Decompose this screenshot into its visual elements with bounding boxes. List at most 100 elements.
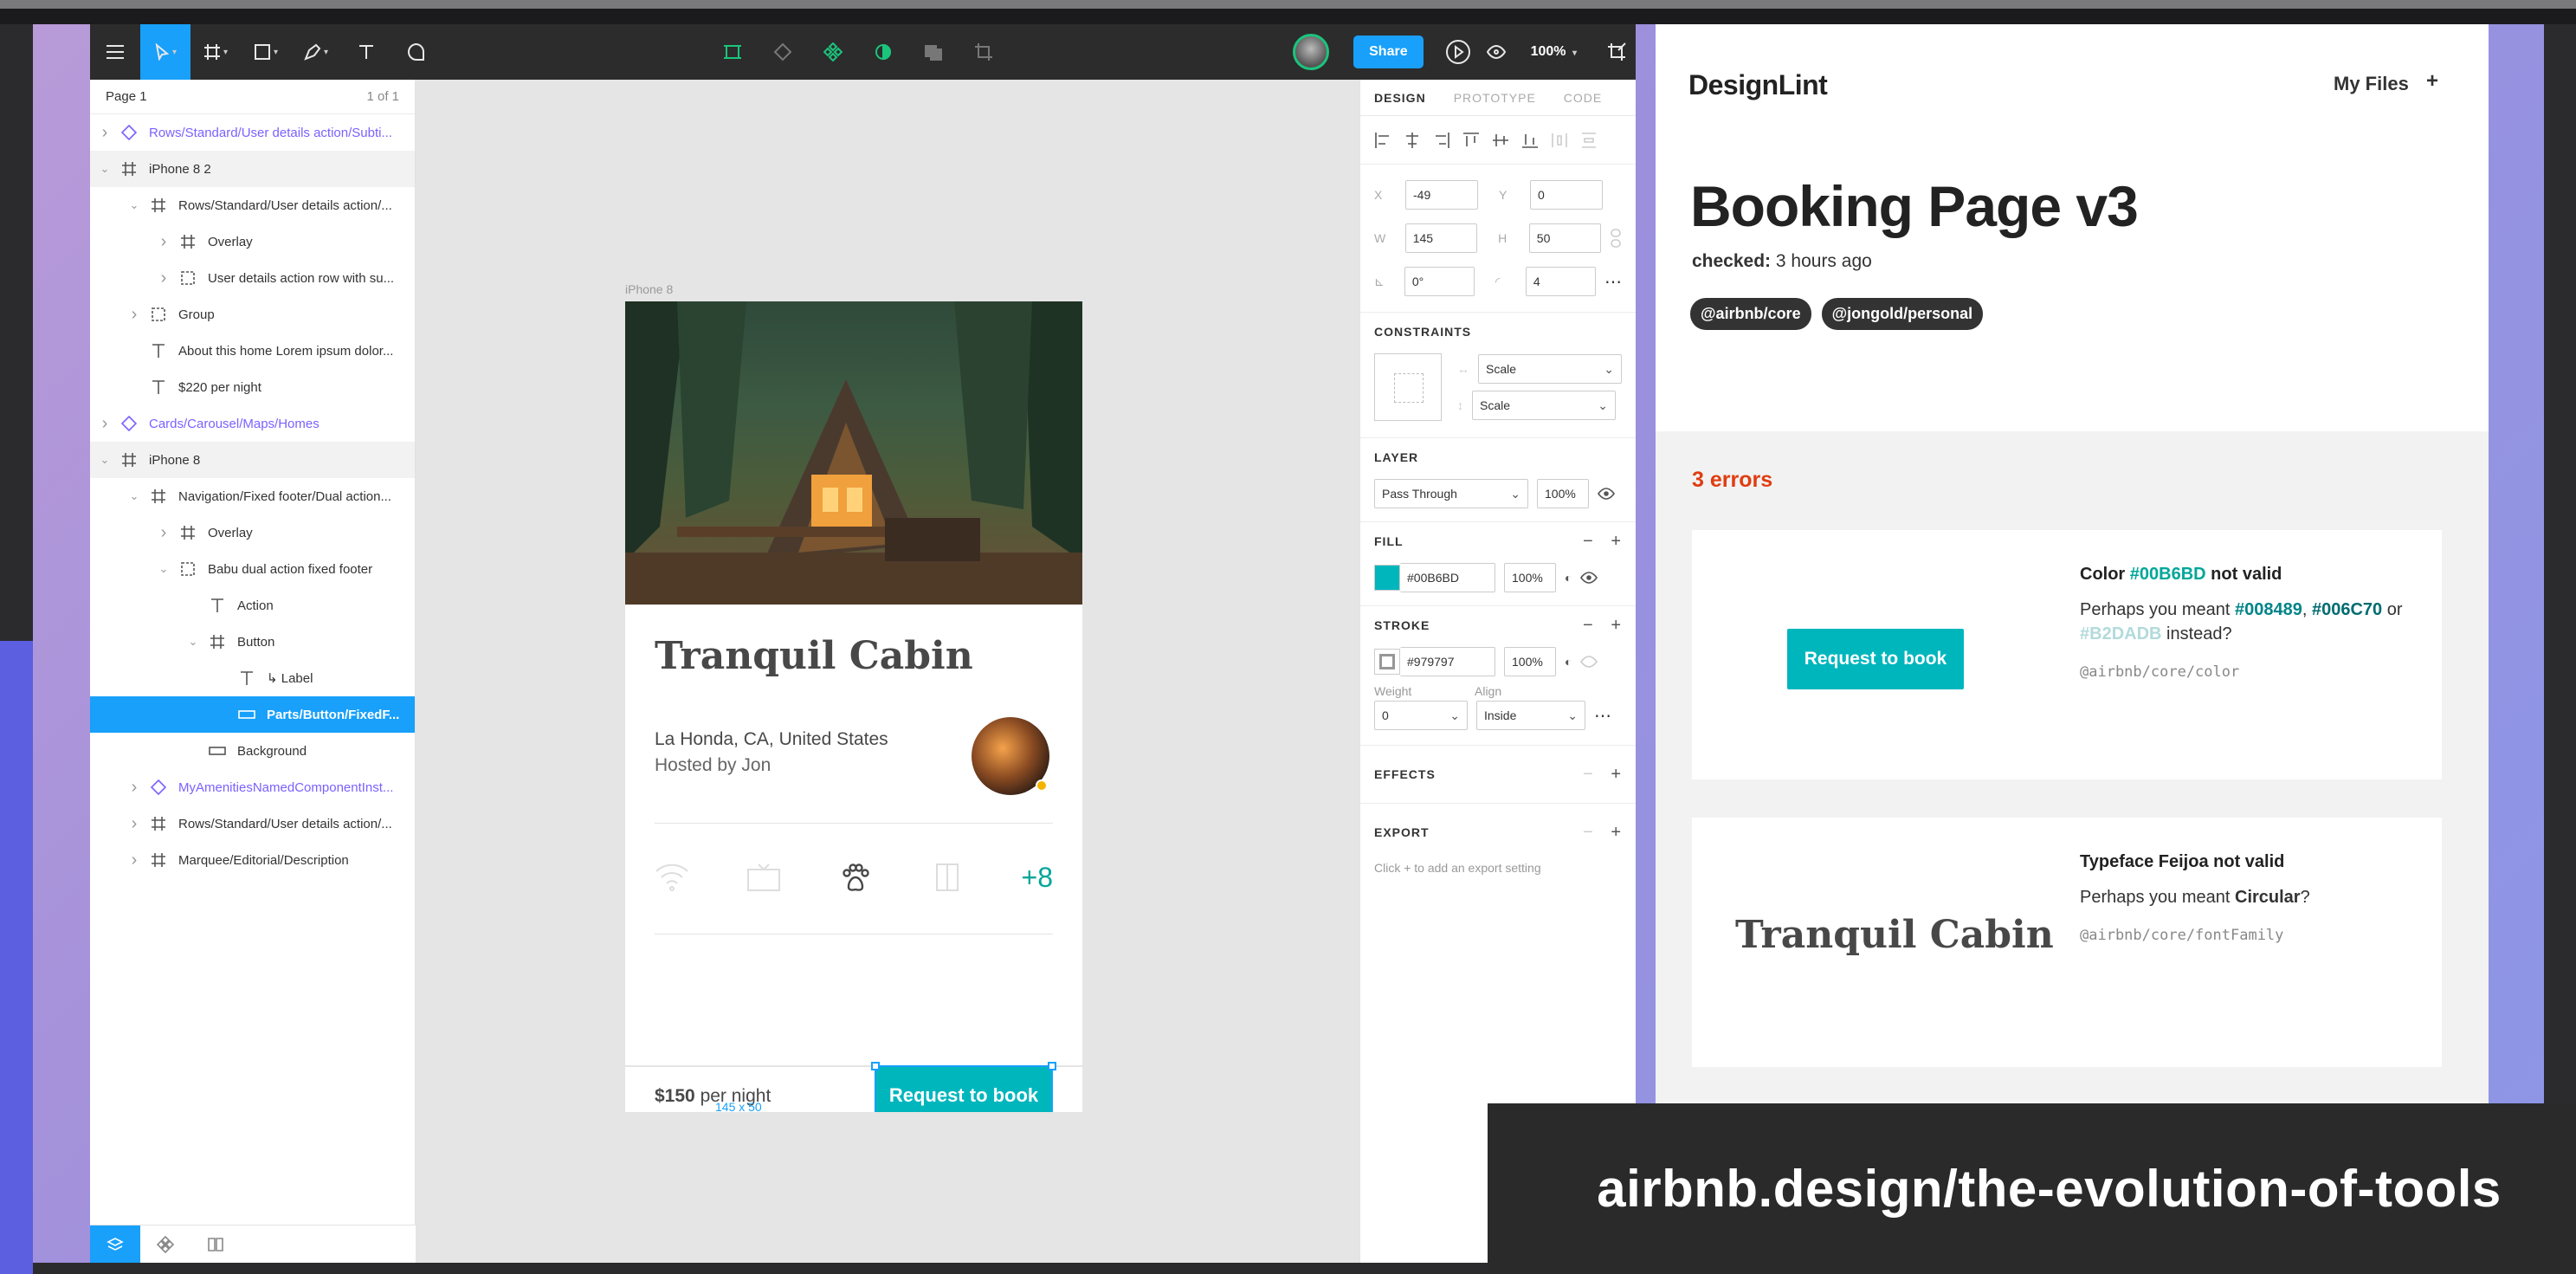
distribute-v-icon[interactable] — [1580, 132, 1598, 149]
layer-row[interactable]: › Rows/Standard/User details action/Subti… — [90, 114, 415, 151]
stroke-align-select[interactable]: Inside ⌄ — [1476, 701, 1585, 730]
layer-row[interactable]: › Marquee/Editorial/Description — [90, 842, 415, 878]
share-button[interactable]: Share — [1353, 36, 1424, 68]
layer-row[interactable]: Action — [90, 587, 415, 624]
vertical-constraint-select[interactable]: Scale ⌄ — [1472, 391, 1616, 420]
chevron-right-icon[interactable]: › — [126, 778, 142, 798]
distribute-h-icon[interactable] — [1551, 132, 1568, 149]
stroke-weight-input[interactable]: 0 ⌄ — [1374, 701, 1468, 730]
layer-row[interactable]: ⌄ Babu dual action fixed footer — [90, 551, 415, 587]
designlint-logo[interactable]: DesignLint — [1688, 69, 1828, 101]
stroke-hex-input[interactable]: #979797 — [1400, 647, 1495, 676]
chevron-right-icon[interactable]: › — [126, 305, 142, 325]
zoom-dropdown[interactable]: 100% ▾ — [1531, 44, 1577, 60]
align-center-h-icon[interactable] — [1404, 132, 1421, 149]
layers-tab[interactable] — [90, 1225, 140, 1263]
stroke-color-swatch[interactable] — [1374, 649, 1400, 675]
chevron-down-icon[interactable]: ⌄ — [126, 198, 142, 212]
horizontal-constraint-select[interactable]: Scale ⌄ — [1478, 354, 1622, 384]
rotation-input[interactable]: 0° — [1404, 267, 1475, 296]
blend-mode-select[interactable]: Pass Through ⌄ — [1374, 479, 1528, 508]
constrain-proportions-icon[interactable] — [1610, 229, 1622, 248]
pen-tool-button[interactable]: ▾ — [291, 24, 341, 80]
menu-button[interactable] — [90, 24, 140, 80]
eye-icon[interactable] — [1580, 572, 1598, 584]
contrast-button[interactable] — [864, 24, 902, 80]
tag-jongold-personal[interactable]: @jongold/personal — [1821, 298, 1984, 330]
stroke-style-icon[interactable]: ◐ — [1565, 655, 1572, 669]
frame-selection-button[interactable] — [713, 24, 752, 80]
x-input[interactable]: -49 — [1405, 180, 1478, 210]
layer-row[interactable]: › Cards/Carousel/Maps/Homes — [90, 405, 415, 442]
resize-handle[interactable] — [1048, 1062, 1056, 1070]
boolean-button[interactable] — [914, 24, 952, 80]
fill-opacity-input[interactable]: 100% — [1504, 563, 1556, 592]
tab-code[interactable]: CODE — [1550, 80, 1616, 116]
layer-row[interactable]: › Rows/Standard/User details action/... — [90, 805, 415, 842]
stroke-actions[interactable]: − + — [1583, 616, 1622, 636]
user-avatar[interactable] — [1293, 34, 1330, 70]
layer-opacity-input[interactable]: 100% — [1537, 479, 1589, 508]
layer-row[interactable]: Parts/Button/FixedF... — [90, 696, 415, 733]
layer-row[interactable]: ↳ Label — [90, 660, 415, 696]
chevron-right-icon[interactable]: › — [97, 123, 113, 143]
layer-row[interactable]: ⌄ Button — [90, 624, 415, 660]
request-to-book-button[interactable]: Request to book — [871, 1062, 1056, 1112]
eye-icon[interactable] — [1598, 488, 1615, 500]
comment-tool-button[interactable] — [391, 24, 442, 80]
effects-actions[interactable]: − + — [1583, 765, 1622, 785]
layer-row[interactable]: › MyAmenitiesNamedComponentInst... — [90, 769, 415, 805]
layer-row[interactable]: › User details action row with su... — [90, 260, 415, 296]
shape-tool-button[interactable]: ▾ — [241, 24, 291, 80]
fill-hex-input[interactable]: #00B6BD — [1400, 563, 1495, 592]
layer-row[interactable]: › Overlay — [90, 223, 415, 260]
text-tool-button[interactable] — [341, 24, 391, 80]
y-input[interactable]: 0 — [1530, 180, 1603, 210]
chevron-right-icon[interactable]: › — [156, 268, 171, 288]
align-left-icon[interactable] — [1374, 132, 1391, 149]
chevron-down-icon[interactable]: ⌄ — [97, 162, 113, 176]
chevron-down-icon[interactable]: ⌄ — [156, 562, 171, 576]
layer-row[interactable]: › Group — [90, 296, 415, 333]
fill-color-swatch[interactable] — [1374, 565, 1400, 591]
fill-actions[interactable]: − + — [1583, 532, 1622, 552]
chevron-down-icon[interactable]: ⌄ — [185, 635, 201, 649]
prototype-toggle-button[interactable] — [1598, 24, 1636, 80]
width-input[interactable]: 145 — [1404, 223, 1478, 253]
more-options-icon[interactable]: ⋯ — [1594, 705, 1611, 727]
iphone-frame[interactable]: Tranquil Cabin La Honda, CA, United Stat… — [625, 301, 1082, 1112]
layer-row[interactable]: ⌄ iPhone 8 2 — [90, 151, 415, 187]
chevron-right-icon[interactable]: › — [126, 850, 142, 870]
mask-button[interactable] — [764, 24, 802, 80]
tab-prototype[interactable]: PROTOTYPE — [1440, 80, 1550, 116]
eye-icon[interactable] — [1580, 656, 1598, 668]
align-center-v-icon[interactable] — [1492, 132, 1509, 149]
layer-row[interactable]: $220 per night — [90, 369, 415, 405]
layer-row[interactable]: About this home Lorem ipsum dolor... — [90, 333, 415, 369]
frame-label[interactable]: iPhone 8 — [625, 282, 673, 296]
library-tab[interactable] — [190, 1225, 241, 1263]
move-tool-button[interactable]: ▾ — [140, 24, 190, 80]
chevron-right-icon[interactable]: › — [156, 232, 171, 252]
layer-row[interactable]: ⌄ Rows/Standard/User details action/... — [90, 187, 415, 223]
view-button[interactable] — [1477, 24, 1515, 80]
fill-style-icon[interactable]: ◐ — [1565, 571, 1572, 585]
frame-tool-button[interactable]: ▾ — [190, 24, 241, 80]
align-top-icon[interactable] — [1462, 132, 1480, 149]
chevron-right-icon[interactable]: › — [126, 814, 142, 834]
component-button[interactable] — [814, 24, 852, 80]
align-right-icon[interactable] — [1433, 132, 1450, 149]
components-tab[interactable] — [140, 1225, 190, 1263]
constraint-widget[interactable] — [1374, 353, 1442, 421]
layer-row[interactable]: ⌄ iPhone 8 — [90, 442, 415, 478]
layer-row[interactable]: › Overlay — [90, 514, 415, 551]
canvas[interactable]: iPhone 8 Tranquil Cabin La Honda, CA, Un… — [416, 80, 1359, 1263]
present-button[interactable] — [1439, 24, 1477, 80]
layer-row[interactable]: Background — [90, 733, 415, 769]
more-options-icon[interactable]: ⋯ — [1604, 271, 1622, 293]
tag-airbnb-core[interactable]: @airbnb/core — [1690, 298, 1811, 330]
height-input[interactable]: 50 — [1528, 223, 1602, 253]
add-file-button[interactable]: + — [2426, 69, 2438, 94]
my-files-link[interactable]: My Files — [2334, 73, 2409, 95]
corner-radius-input[interactable]: 4 — [1525, 267, 1596, 296]
